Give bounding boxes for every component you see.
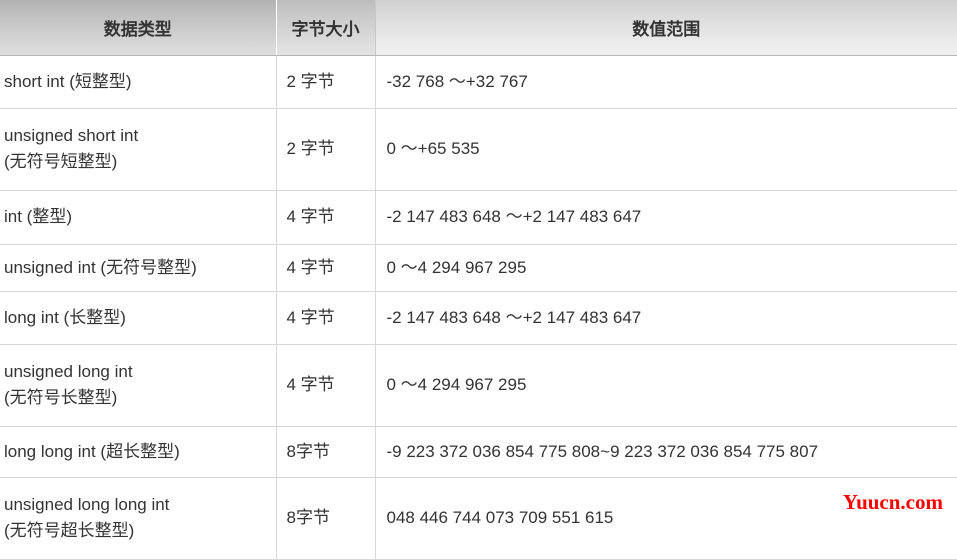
cell-value-range: 048 446 744 073 709 551 615 bbox=[375, 477, 957, 560]
cell-byte-size: 8字节 bbox=[276, 426, 376, 478]
cell-value-range: -2 147 483 648 ～+2 147 483 647 bbox=[375, 291, 957, 345]
table-body: short int (短整型) 2 字节 -32 768 ～+32 767 un… bbox=[0, 55, 957, 560]
cell-byte-size: 8字节 bbox=[276, 477, 376, 560]
table-header-row: 数据类型 字节大小 数值范围 bbox=[0, 0, 957, 56]
cell-data-type: short int (短整型) bbox=[0, 55, 277, 109]
cell-data-type: long int (长整型) bbox=[0, 291, 277, 345]
table-row: long long int (超长整型) 8字节 -9 223 372 036 … bbox=[0, 426, 957, 478]
cell-value-range: 0 ～+65 535 bbox=[375, 108, 957, 191]
cell-data-type: long long int (超长整型) bbox=[0, 426, 277, 478]
cell-value-range: -32 768 ～+32 767 bbox=[375, 55, 957, 109]
table-row: unsigned short int (无符号短整型) 2 字节 0 ～+65 … bbox=[0, 108, 957, 191]
table-header: 数据类型 字节大小 数值范围 bbox=[0, 0, 957, 56]
c-data-type-table: 数据类型 字节大小 数值范围 short int (短整型) 2 字节 -32 … bbox=[0, 0, 957, 560]
cell-byte-size: 4 字节 bbox=[276, 244, 376, 292]
cell-data-type: unsigned long int (无符号长整型) bbox=[0, 344, 277, 427]
cell-value-range: 0 ～4 294 967 295 bbox=[375, 344, 957, 427]
column-header-value-range: 数值范围 bbox=[375, 0, 957, 56]
table-row: unsigned long long int (无符号超长整型) 8字节 048… bbox=[0, 477, 957, 560]
cell-data-type: unsigned int (无符号整型) bbox=[0, 244, 277, 292]
cell-byte-size: 4 字节 bbox=[276, 344, 376, 427]
cell-data-type: unsigned long long int (无符号超长整型) bbox=[0, 477, 277, 560]
cell-value-range: -2 147 483 648 ～+2 147 483 647 bbox=[375, 190, 957, 245]
cell-data-type: int (整型) bbox=[0, 190, 277, 245]
column-header-byte-size: 字节大小 bbox=[276, 0, 376, 56]
cell-byte-size: 4 字节 bbox=[276, 291, 376, 345]
table-row: int (整型) 4 字节 -2 147 483 648 ～+2 147 483… bbox=[0, 190, 957, 245]
table-row: long int (长整型) 4 字节 -2 147 483 648 ～+2 1… bbox=[0, 291, 957, 345]
cell-value-range: -9 223 372 036 854 775 808~9 223 372 036… bbox=[375, 426, 957, 478]
table-row: unsigned int (无符号整型) 4 字节 0 ～4 294 967 2… bbox=[0, 244, 957, 292]
cell-data-type: unsigned short int (无符号短整型) bbox=[0, 108, 277, 191]
cell-value-range: 0 ～4 294 967 295 bbox=[375, 244, 957, 292]
table-row: short int (短整型) 2 字节 -32 768 ～+32 767 bbox=[0, 55, 957, 109]
data-type-table-container: 数据类型 字节大小 数值范围 short int (短整型) 2 字节 -32 … bbox=[0, 0, 957, 560]
cell-byte-size: 2 字节 bbox=[276, 55, 376, 109]
table-row: unsigned long int (无符号长整型) 4 字节 0 ～4 294… bbox=[0, 344, 957, 427]
cell-byte-size: 2 字节 bbox=[276, 108, 376, 191]
cell-byte-size: 4 字节 bbox=[276, 190, 376, 245]
column-header-data-type: 数据类型 bbox=[0, 0, 277, 56]
